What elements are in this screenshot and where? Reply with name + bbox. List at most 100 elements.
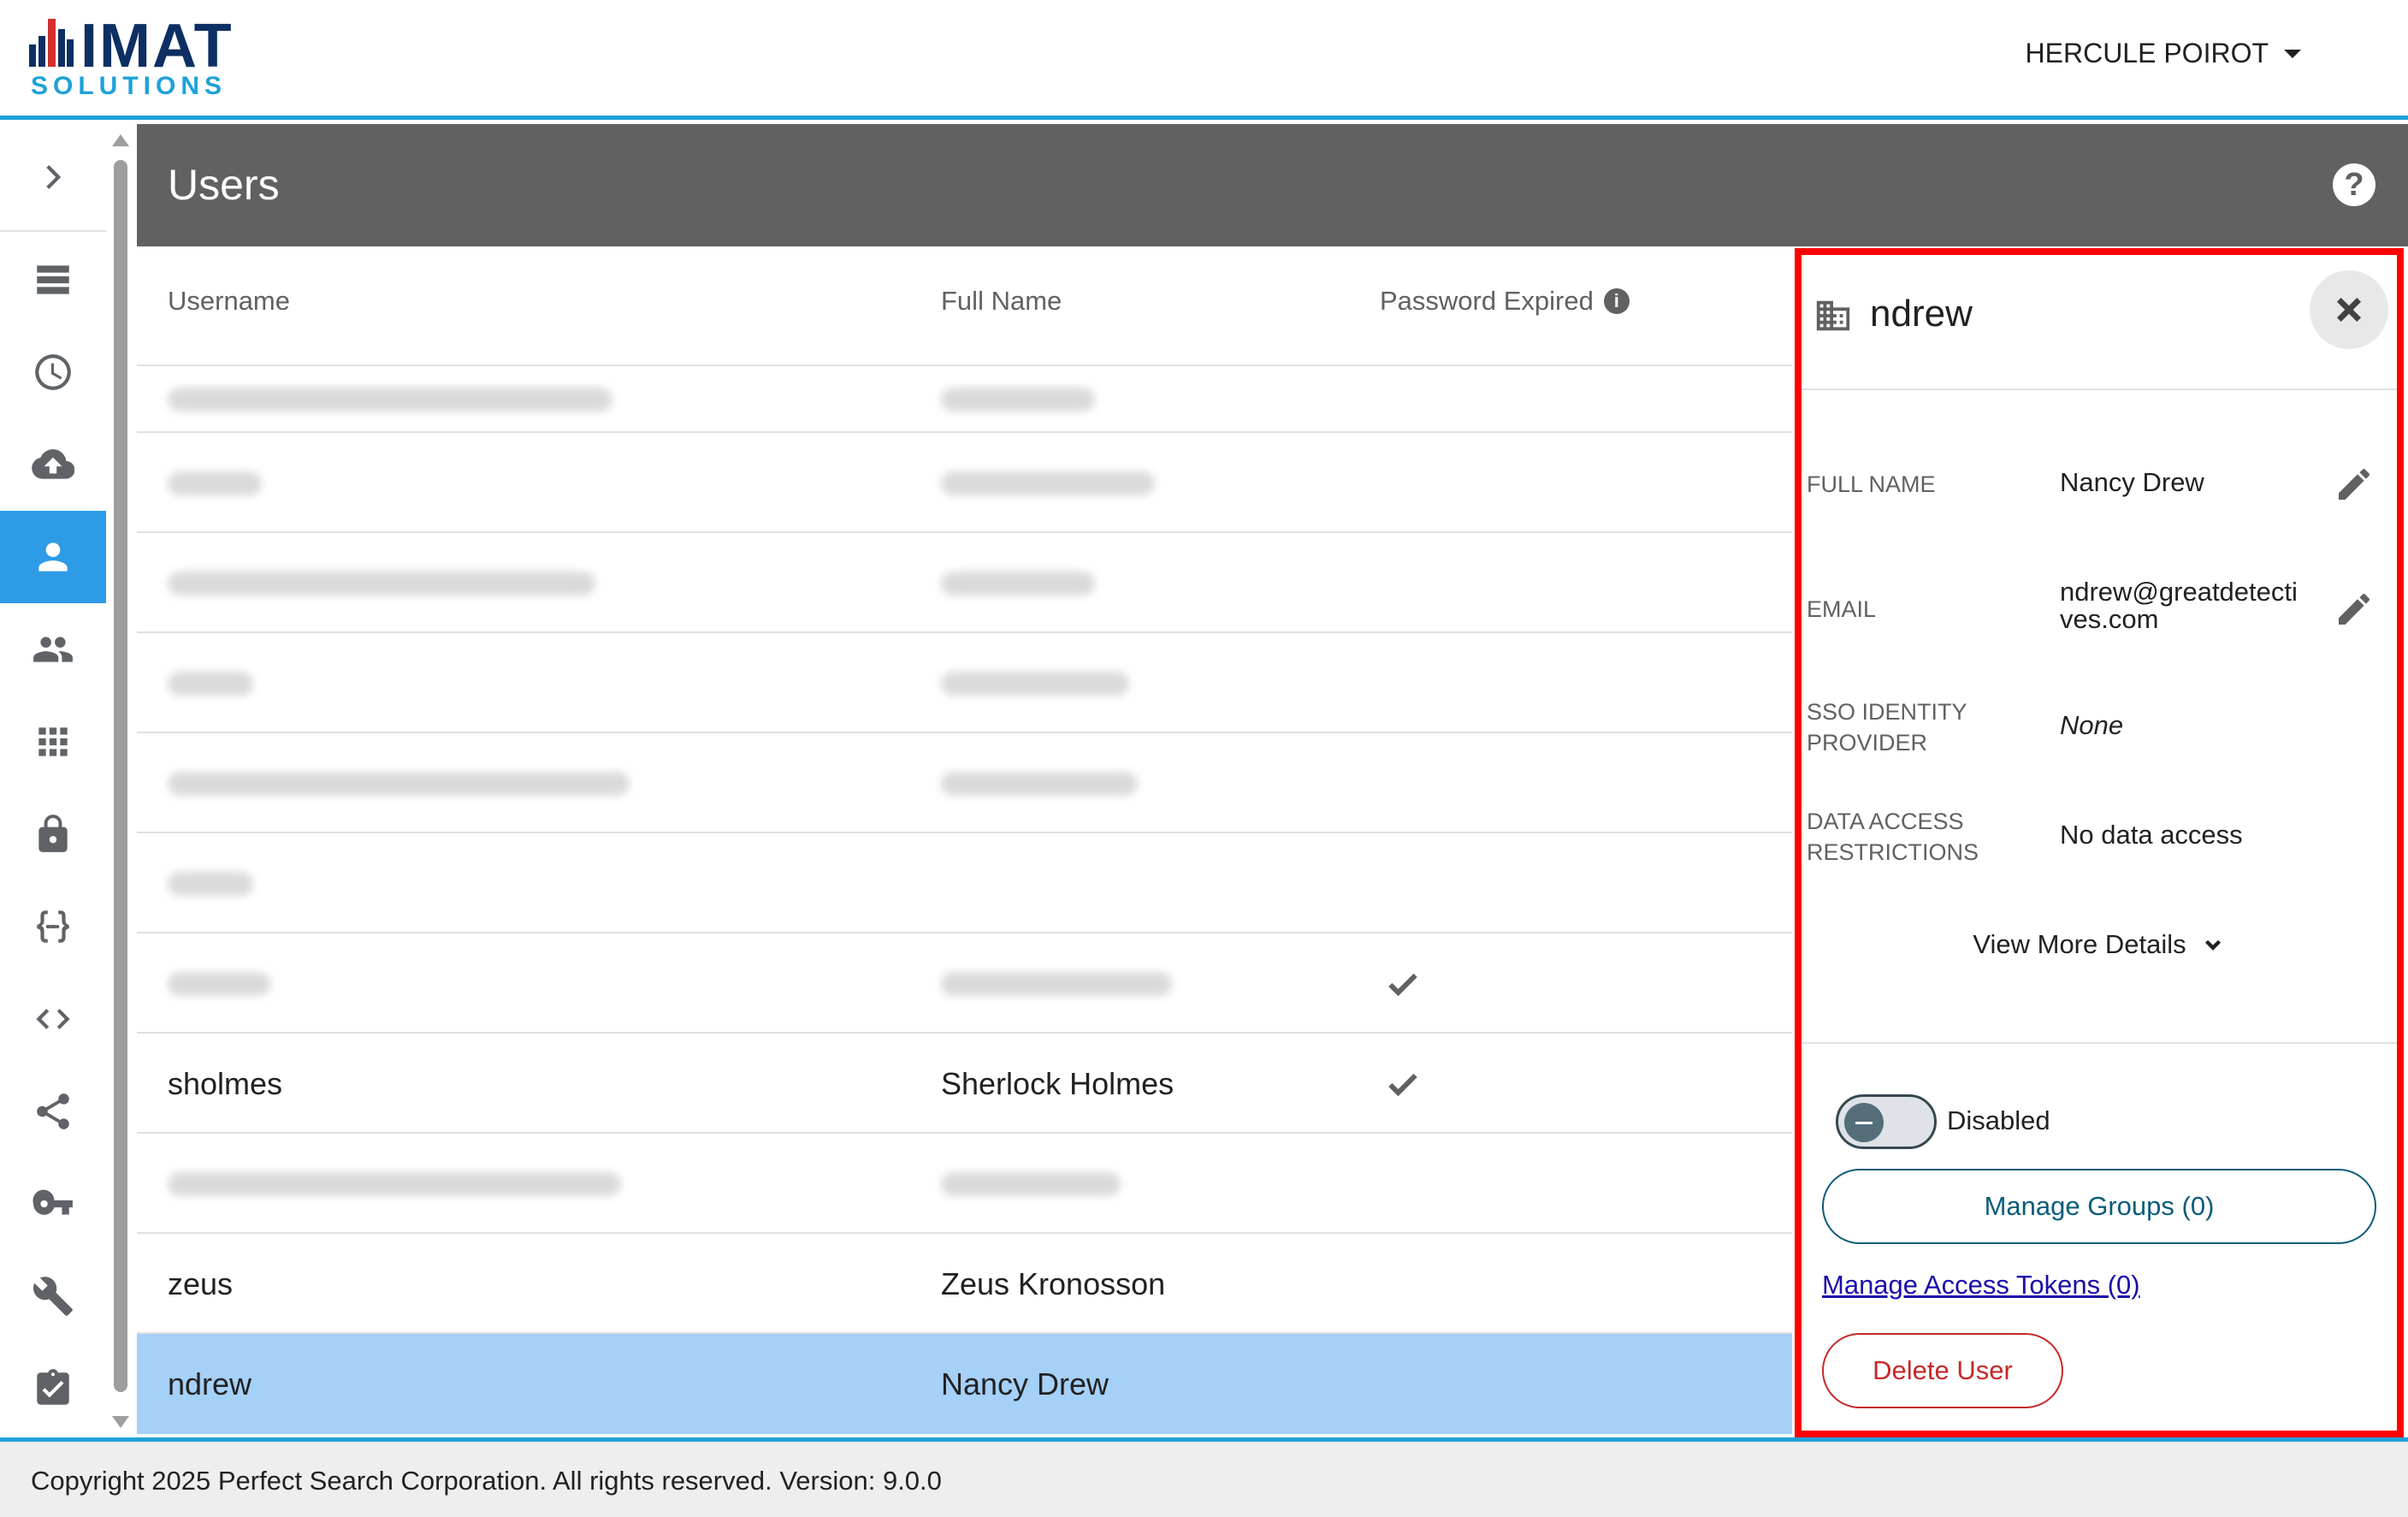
list-icon bbox=[37, 265, 69, 294]
pencil-icon bbox=[2339, 594, 2370, 625]
redacted-text bbox=[941, 388, 1095, 412]
redacted-text bbox=[168, 671, 253, 696]
scroll-up-icon[interactable] bbox=[112, 134, 129, 146]
sso-value: None bbox=[2060, 710, 2124, 740]
password-expired-cell bbox=[1384, 933, 1422, 1034]
email-label: EMAIL bbox=[1807, 596, 1877, 622]
sidebar-item-list[interactable] bbox=[0, 234, 106, 326]
sidebar-item-groups[interactable] bbox=[0, 603, 106, 696]
logo-subtext: SOLUTIONS bbox=[31, 72, 228, 100]
full-name-cell bbox=[941, 366, 1095, 433]
redacted-text bbox=[168, 971, 270, 996]
share-icon bbox=[37, 1093, 69, 1129]
full-name-cell: Sherlock Holmes bbox=[941, 1034, 1174, 1134]
user-name: HERCULE POIROT bbox=[2025, 38, 2269, 68]
email-value: ndrew@greatdetectives.com bbox=[2060, 577, 2298, 634]
edit-full-name-button[interactable] bbox=[2334, 464, 2375, 505]
sidebar-item-code[interactable] bbox=[0, 973, 106, 1065]
sidebar-item-share[interactable] bbox=[0, 1065, 106, 1158]
view-more-details-button[interactable]: View More Details bbox=[1802, 929, 2397, 960]
delete-user-button[interactable]: Delete User bbox=[1822, 1333, 2063, 1408]
clipboard-check-icon bbox=[37, 1369, 69, 1405]
table-row[interactable]: ndrew Nancy Drew bbox=[137, 1334, 1792, 1434]
logo-text: IMAT bbox=[80, 12, 234, 80]
scroll-down-icon[interactable] bbox=[112, 1416, 129, 1428]
sidebar-expand-button[interactable] bbox=[0, 131, 106, 223]
table-row[interactable] bbox=[137, 833, 1792, 933]
sidebar-item-security[interactable] bbox=[0, 788, 106, 880]
toggle-label: Disabled bbox=[1947, 1105, 2050, 1135]
username-cell: zeus bbox=[168, 1234, 233, 1334]
sidebar-item-tools[interactable] bbox=[0, 1250, 106, 1342]
redacted-text bbox=[941, 1171, 1121, 1196]
chevron-right-icon bbox=[46, 165, 62, 189]
column-header-username[interactable]: Username bbox=[168, 286, 290, 317]
username-cell: ndrew bbox=[168, 1334, 251, 1434]
table-row[interactable]: sholmes Sherlock Holmes bbox=[137, 1034, 1792, 1134]
table-row[interactable] bbox=[137, 633, 1792, 733]
chevron-down-icon bbox=[2204, 939, 2221, 951]
close-panel-button[interactable] bbox=[2310, 270, 2388, 349]
full-name-text: Zeus Kronosson bbox=[941, 1265, 1166, 1301]
toggle-knob-minus-icon bbox=[1844, 1103, 1884, 1142]
sidebar-item-history[interactable] bbox=[0, 326, 106, 418]
key-icon bbox=[33, 1189, 73, 1215]
scroll-thumb[interactable] bbox=[114, 160, 127, 1392]
sidebar-item-apps[interactable] bbox=[0, 696, 106, 788]
sidebar-item-users[interactable] bbox=[0, 511, 106, 603]
full-name-cell bbox=[941, 533, 1095, 633]
panel-header: ndrew bbox=[1802, 255, 2397, 390]
table-row[interactable] bbox=[137, 733, 1792, 833]
cloud-upload-icon bbox=[32, 449, 74, 479]
table-row[interactable]: zeus Zeus Kronosson bbox=[137, 1234, 1792, 1334]
column-header-full-name[interactable]: Full Name bbox=[941, 286, 1062, 317]
panel-divider bbox=[1802, 1042, 2397, 1044]
sidebar-item-variables[interactable] bbox=[0, 880, 106, 973]
top-header: IMAT SOLUTIONS HERCULE POIROT bbox=[0, 0, 2408, 120]
username-cell bbox=[168, 533, 595, 633]
logo[interactable]: IMAT SOLUTIONS bbox=[29, 12, 269, 100]
apps-grid-icon bbox=[38, 727, 68, 756]
manage-groups-button[interactable]: Manage Groups (0) bbox=[1822, 1169, 2376, 1244]
full-name-cell: Nancy Drew bbox=[941, 1334, 1109, 1434]
column-header-password-expired[interactable]: Password Expired i bbox=[1380, 286, 1630, 317]
redacted-text bbox=[941, 671, 1129, 696]
enabled-toggle[interactable] bbox=[1836, 1091, 1937, 1153]
password-expired-label: Password Expired bbox=[1380, 286, 1594, 316]
full-name-cell bbox=[941, 633, 1129, 733]
sidebar-item-keys[interactable] bbox=[0, 1158, 106, 1250]
redacted-text bbox=[168, 571, 595, 596]
sidebar-item-upload[interactable] bbox=[0, 418, 106, 511]
table-row[interactable] bbox=[137, 366, 1792, 433]
username-text: ndrew bbox=[168, 1366, 252, 1401]
data-access-value: No data access bbox=[2060, 820, 2243, 850]
person-icon bbox=[38, 542, 68, 572]
help-icon[interactable]: ? bbox=[2333, 163, 2375, 206]
redacted-text bbox=[168, 771, 630, 796]
info-icon[interactable]: i bbox=[1603, 288, 1630, 314]
user-menu[interactable]: HERCULE POIROT bbox=[2026, 38, 2301, 69]
table-row[interactable] bbox=[137, 1134, 1792, 1234]
full-name-text: Nancy Drew bbox=[941, 1366, 1109, 1401]
redacted-text bbox=[941, 971, 1172, 996]
username-cell bbox=[168, 1134, 621, 1234]
logo-bars-icon bbox=[29, 19, 74, 67]
sso-label: SSO IDENTITY PROVIDER bbox=[1807, 699, 1967, 756]
username-cell bbox=[168, 633, 253, 733]
panel-title: ndrew bbox=[1870, 293, 1973, 335]
table-row[interactable] bbox=[137, 933, 1792, 1034]
full-name-cell: Zeus Kronosson bbox=[941, 1234, 1165, 1334]
full-name-cell bbox=[941, 433, 1155, 533]
edit-email-button[interactable] bbox=[2334, 589, 2375, 630]
sidebar-scrollbar[interactable] bbox=[109, 131, 132, 1431]
table-row[interactable] bbox=[137, 533, 1792, 633]
manage-access-tokens-link[interactable]: Manage Access Tokens (0) bbox=[1822, 1270, 2140, 1301]
sidebar-item-tasks[interactable] bbox=[0, 1342, 106, 1435]
table-row[interactable] bbox=[137, 433, 1792, 533]
username-cell bbox=[168, 933, 270, 1034]
username-cell bbox=[168, 366, 612, 433]
lock-icon bbox=[38, 815, 68, 852]
redacted-text bbox=[168, 471, 262, 495]
user-detail-panel: ndrew FULL NAME Nancy Drew EMAIL ndrew@g… bbox=[1795, 248, 2404, 1437]
username-cell bbox=[168, 733, 630, 833]
